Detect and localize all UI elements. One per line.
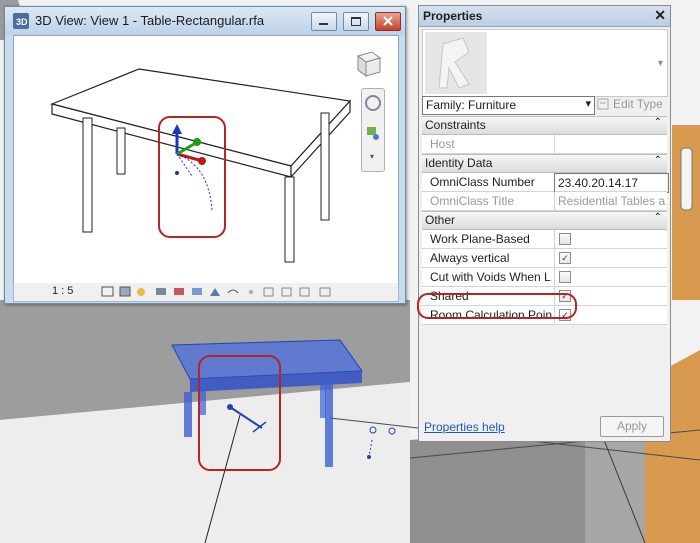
section-identity-data[interactable]: Identity Data ⌃ bbox=[422, 154, 667, 173]
properties-palette[interactable]: Properties ✕ ▾ Family: Furniture ▾ Edit … bbox=[417, 5, 671, 442]
chevron-up-icon[interactable]: ⌃ bbox=[654, 155, 662, 166]
family-selector[interactable]: Family: Furniture ▾ bbox=[422, 96, 595, 115]
view-scale[interactable]: 1 : 5 bbox=[52, 285, 73, 297]
highlight-callout-property bbox=[417, 293, 577, 319]
property-label: Cut with Voids When L... bbox=[430, 270, 552, 284]
detail-level-icon bbox=[101, 286, 114, 297]
viewcube-icon[interactable] bbox=[350, 48, 384, 82]
property-label: Host bbox=[430, 137, 455, 151]
edit-type-label: Edit Type bbox=[613, 97, 663, 111]
zoom-icon bbox=[367, 127, 376, 135]
view-control-icons[interactable] bbox=[94, 285, 394, 299]
revit-family-icon bbox=[438, 37, 470, 89]
crop-view-icon bbox=[174, 288, 184, 295]
properties-title-bar[interactable]: Properties ✕ bbox=[419, 6, 670, 27]
always-vertical-checkbox[interactable]: ✓ bbox=[559, 252, 571, 264]
type-dropdown-icon[interactable]: ▾ bbox=[658, 58, 663, 69]
maximize-icon bbox=[351, 17, 361, 26]
row-always-vertical[interactable]: Always vertical ✓ bbox=[422, 249, 667, 268]
view-title-bar[interactable]: 3D 3D View: View 1 - Table-Rectangular.r… bbox=[5, 7, 405, 35]
section-constraints[interactable]: Constraints ⌃ bbox=[422, 116, 667, 135]
section-label: Identity Data bbox=[425, 156, 493, 170]
close-icon[interactable]: ✕ bbox=[654, 7, 666, 24]
reveal-hidden-icon bbox=[249, 290, 253, 294]
type-preview: ▾ bbox=[422, 29, 668, 97]
omniclass-number-field[interactable]: 23.40.20.14.17 bbox=[554, 173, 669, 193]
row-host[interactable]: Host bbox=[422, 135, 667, 154]
svg-text:3D: 3D bbox=[16, 17, 28, 27]
properties-title: Properties bbox=[423, 9, 483, 23]
revit-view-icon: 3D bbox=[13, 13, 29, 29]
section-other[interactable]: Other ⌃ bbox=[422, 211, 667, 230]
sun-path-icon bbox=[137, 288, 145, 296]
reveal-constraints-icon bbox=[319, 287, 331, 297]
row-omniclass-number[interactable]: OmniClass Number 23.40.20.14.17 bbox=[422, 173, 669, 193]
row-work-plane-based[interactable]: Work Plane-Based bbox=[422, 230, 667, 249]
view-window[interactable]: 3D 3D View: View 1 - Table-Rectangular.r… bbox=[4, 6, 406, 304]
svg-text:▾: ▾ bbox=[370, 152, 374, 161]
minimize-icon bbox=[319, 23, 328, 25]
highlight-callout-model bbox=[198, 355, 281, 471]
properties-help-link[interactable]: Properties help bbox=[424, 420, 505, 434]
property-label: Work Plane-Based bbox=[430, 232, 530, 246]
maximize-button[interactable] bbox=[343, 12, 369, 31]
property-value bbox=[554, 135, 668, 153]
unlock-3d-icon bbox=[210, 288, 220, 296]
property-label: Always vertical bbox=[430, 251, 510, 265]
edit-type-button[interactable]: Edit Type bbox=[597, 96, 665, 113]
highlight-callout-view bbox=[158, 116, 226, 238]
analytical-icon bbox=[263, 287, 274, 297]
minimize-button[interactable] bbox=[311, 12, 337, 31]
view-canvas[interactable]: ▾ bbox=[13, 35, 399, 284]
property-label: OmniClass Number bbox=[430, 175, 535, 189]
view-control-bar: 1 : 5 bbox=[13, 283, 399, 302]
properties-footer: Properties help Apply bbox=[422, 416, 667, 438]
view-title: 3D View: View 1 - Table-Rectangular.rfa bbox=[35, 13, 265, 28]
property-grid[interactable]: Constraints ⌃ Host Identity Data ⌃ OmniC… bbox=[422, 116, 669, 325]
show-crop-icon bbox=[192, 288, 202, 295]
constraints-icon bbox=[281, 287, 292, 297]
chevron-up-icon[interactable]: ⌃ bbox=[654, 212, 662, 223]
row-cut-with-voids[interactable]: Cut with Voids When L... bbox=[422, 268, 667, 287]
shadows-icon bbox=[156, 288, 166, 295]
cut-with-voids-checkbox[interactable] bbox=[559, 271, 571, 283]
family-thumbnail bbox=[425, 32, 487, 94]
visual-style-icon bbox=[119, 286, 131, 297]
property-value-text: 23.40.20.14.17 bbox=[558, 176, 639, 190]
close-window-button[interactable] bbox=[375, 12, 401, 31]
edit-type-icon bbox=[597, 98, 609, 110]
property-value-text: Residential Tables a... bbox=[558, 194, 666, 208]
chevron-down-icon: ▾ bbox=[585, 98, 591, 110]
row-omniclass-title[interactable]: OmniClass Title Residential Tables a... bbox=[422, 192, 667, 211]
highlight-displacement-icon bbox=[299, 287, 310, 297]
apply-button[interactable]: Apply bbox=[600, 416, 664, 437]
temp-hide-icon bbox=[227, 289, 239, 294]
property-value: Residential Tables a... bbox=[554, 192, 668, 210]
close-icon bbox=[383, 16, 393, 26]
work-plane-based-checkbox[interactable] bbox=[559, 233, 571, 245]
steering-wheel-icon bbox=[365, 95, 381, 111]
chevron-up-icon[interactable]: ⌃ bbox=[654, 117, 662, 128]
section-label: Other bbox=[425, 213, 456, 227]
section-label: Constraints bbox=[425, 118, 486, 132]
navigation-bar[interactable]: ▾ bbox=[361, 88, 385, 172]
family-selector-value: Family: Furniture bbox=[426, 98, 517, 112]
property-label: OmniClass Title bbox=[430, 194, 515, 208]
